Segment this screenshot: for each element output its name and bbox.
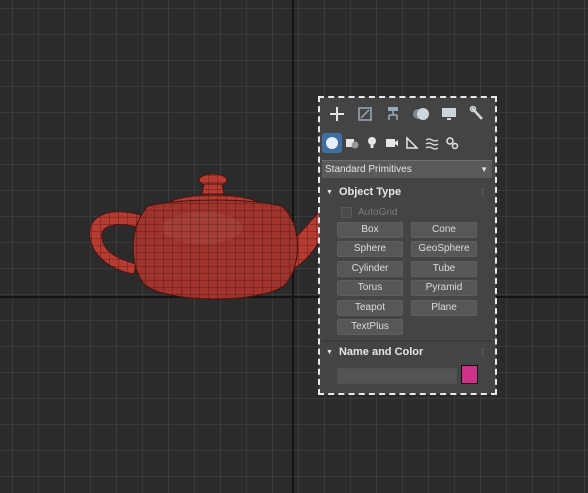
collapse-triangle-icon: ▼ (326, 349, 333, 356)
cameras-subtab[interactable] (382, 133, 402, 153)
name-and-color-title: Name and Color (338, 346, 424, 358)
create-tab[interactable] (323, 103, 351, 125)
motion-tab[interactable] (407, 103, 435, 125)
name-and-color-rollout-header[interactable]: ▼ Name and Color ⁞ (322, 345, 492, 359)
object-type-title: Object Type (338, 186, 402, 198)
sphere-button[interactable]: Sphere (337, 241, 403, 257)
shapes-subtab[interactable] (342, 133, 362, 153)
helpers-icon (406, 136, 419, 149)
create-category-tabs (322, 133, 492, 153)
category-dropdown-value: Standard Primitives (325, 164, 412, 175)
object-color-swatch[interactable] (461, 365, 478, 384)
modify-icon (358, 107, 372, 121)
category-dropdown[interactable]: Standard Primitives ▼ (322, 160, 492, 178)
autogrid-checkbox[interactable] (341, 206, 352, 218)
systems-subtab[interactable] (442, 133, 462, 153)
lights-icon (368, 137, 376, 148)
teapot-button[interactable]: Teapot (337, 300, 403, 316)
perspective-viewport[interactable]: Standard Primitives ▼ ▼ Object Type ⁞ Aut… (0, 0, 588, 493)
torus-button[interactable]: Torus (337, 280, 403, 296)
systems-icon (446, 137, 459, 150)
autogrid-option[interactable]: AutoGrid (341, 205, 397, 219)
shapes-icon (346, 139, 359, 149)
object-type-rollout-header[interactable]: ▼ Object Type ⁞ (322, 185, 492, 199)
helpers-subtab[interactable] (402, 133, 422, 153)
space-warps-subtab[interactable] (422, 133, 442, 153)
command-panel: Standard Primitives ▼ ▼ Object Type ⁞ Aut… (318, 96, 497, 395)
space-warps-icon (425, 138, 439, 150)
display-icon (442, 108, 456, 120)
geometry-sphere-icon (326, 137, 338, 149)
pyramid-button[interactable]: Pyramid (411, 280, 477, 296)
chevron-down-icon: ▼ (480, 165, 488, 174)
cylinder-button[interactable]: Cylinder (337, 261, 403, 277)
modify-tab[interactable] (351, 103, 379, 125)
utilities-wrench-icon (469, 106, 483, 120)
display-tab[interactable] (435, 103, 463, 125)
cameras-icon (386, 139, 398, 147)
autogrid-label: AutoGrid (358, 206, 398, 218)
hierarchy-tab[interactable] (379, 103, 407, 125)
create-plus-icon (330, 107, 344, 121)
textplus-button[interactable]: TextPlus (337, 319, 403, 335)
command-panel-tabs (323, 103, 493, 125)
hierarchy-icon (388, 107, 398, 120)
object-name-input[interactable] (337, 368, 457, 384)
geometry-subtab[interactable] (322, 133, 342, 153)
cone-button[interactable]: Cone (411, 222, 477, 238)
box-button[interactable]: Box (337, 222, 403, 238)
plane-button[interactable]: Plane (411, 300, 477, 316)
rollout-divider (322, 340, 492, 342)
tube-button[interactable]: Tube (411, 261, 477, 277)
utilities-tab[interactable] (463, 103, 491, 125)
rollout-grip-icon: ⁞ (481, 187, 484, 197)
collapse-triangle-icon: ▼ (326, 189, 333, 196)
rollout-grip-icon: ⁞ (481, 347, 484, 357)
motion-icon (413, 108, 429, 120)
geosphere-button[interactable]: GeoSphere (411, 241, 477, 257)
lights-subtab[interactable] (362, 133, 382, 153)
